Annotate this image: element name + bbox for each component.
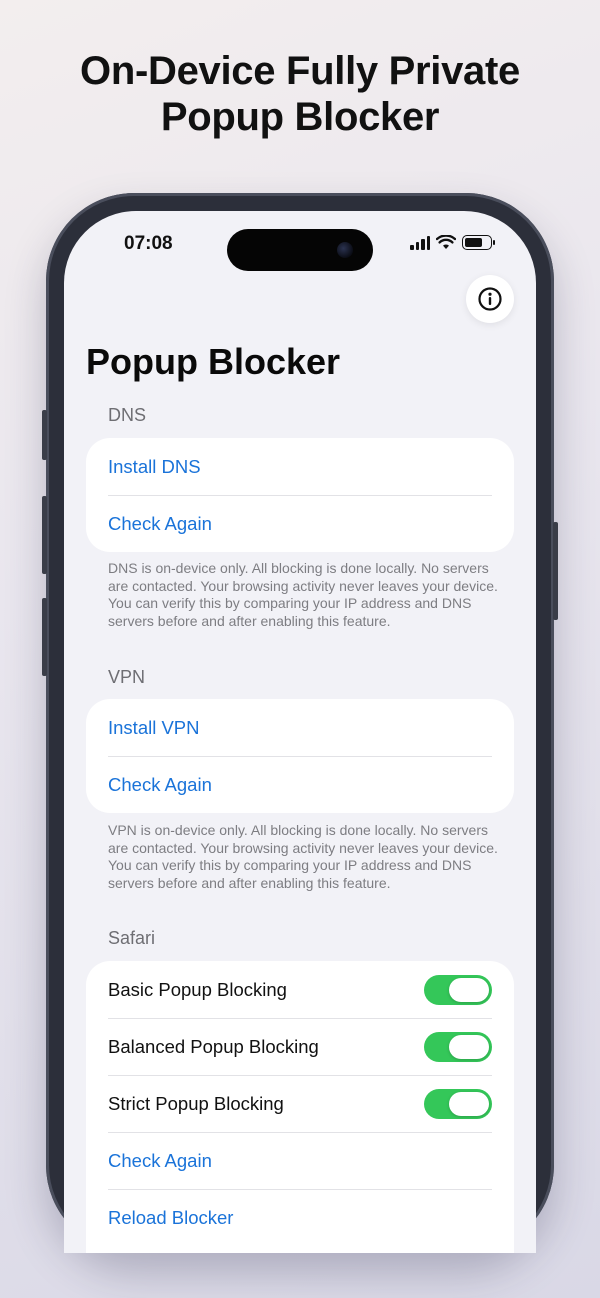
battery-icon xyxy=(462,235,495,250)
safari-check-again-label: Check Again xyxy=(108,1149,212,1171)
balanced-popup-blocking-toggle[interactable] xyxy=(424,1031,492,1062)
safari-group: Basic Popup Blocking Balanced Popup Bloc… xyxy=(86,961,514,1253)
headline-line-2: Popup Blocker xyxy=(160,95,440,139)
section-header-vpn: VPN xyxy=(108,667,146,687)
safari-check-again-button[interactable]: Check Again xyxy=(86,1132,514,1189)
strict-popup-blocking-row: Strict Popup Blocking xyxy=(86,1075,514,1132)
headline: On-Device Fully Private Popup Blocker xyxy=(0,48,600,140)
strict-popup-blocking-label: Strict Popup Blocking xyxy=(108,1092,284,1114)
headline-line-1: On-Device Fully Private xyxy=(80,49,520,93)
dns-check-again-button[interactable]: Check Again xyxy=(86,495,514,552)
vpn-group: Install VPN Check Again xyxy=(86,699,514,813)
basic-popup-blocking-toggle[interactable] xyxy=(424,974,492,1005)
balanced-popup-blocking-row: Balanced Popup Blocking xyxy=(86,1018,514,1075)
wifi-icon xyxy=(436,235,456,249)
vpn-check-again-button[interactable]: Check Again xyxy=(86,756,514,813)
status-time: 07:08 xyxy=(124,233,173,254)
volume-up-button xyxy=(42,496,47,574)
install-vpn-button[interactable]: Install VPN xyxy=(86,699,514,756)
section-header-safari: Safari xyxy=(108,928,156,948)
vpn-check-again-label: Check Again xyxy=(108,773,212,795)
install-vpn-label: Install VPN xyxy=(108,716,200,738)
dns-check-again-label: Check Again xyxy=(108,512,212,534)
power-button xyxy=(553,522,558,620)
dns-footnote: DNS is on-device only. All blocking is d… xyxy=(108,560,498,629)
section-header-dns: DNS xyxy=(108,405,147,425)
status-icons xyxy=(410,235,495,250)
info-icon xyxy=(478,287,502,311)
dynamic-island xyxy=(227,229,373,271)
reload-blocker-button[interactable]: Reload Blocker xyxy=(86,1189,514,1246)
install-dns-label: Install DNS xyxy=(108,455,201,477)
reload-blocker-label: Reload Blocker xyxy=(108,1206,234,1228)
install-dns-button[interactable]: Install DNS xyxy=(86,438,514,495)
vpn-footnote: VPN is on-device only. All blocking is d… xyxy=(108,822,498,891)
camera-icon xyxy=(337,242,353,258)
dns-group: Install DNS Check Again xyxy=(86,438,514,552)
volume-down-button xyxy=(42,598,47,676)
basic-popup-blocking-label: Basic Popup Blocking xyxy=(108,978,287,1000)
info-button[interactable] xyxy=(466,275,514,323)
strict-popup-blocking-toggle[interactable] xyxy=(424,1088,492,1119)
action-button xyxy=(42,410,47,460)
cellular-signal-icon xyxy=(410,235,430,250)
basic-popup-blocking-row: Basic Popup Blocking xyxy=(86,961,514,1018)
page-title: Popup Blocker xyxy=(86,341,341,382)
balanced-popup-blocking-label: Balanced Popup Blocking xyxy=(108,1035,319,1057)
phone-screen: 07:08 Popup Blocker DNS Install DNS Chec… xyxy=(64,211,536,1253)
